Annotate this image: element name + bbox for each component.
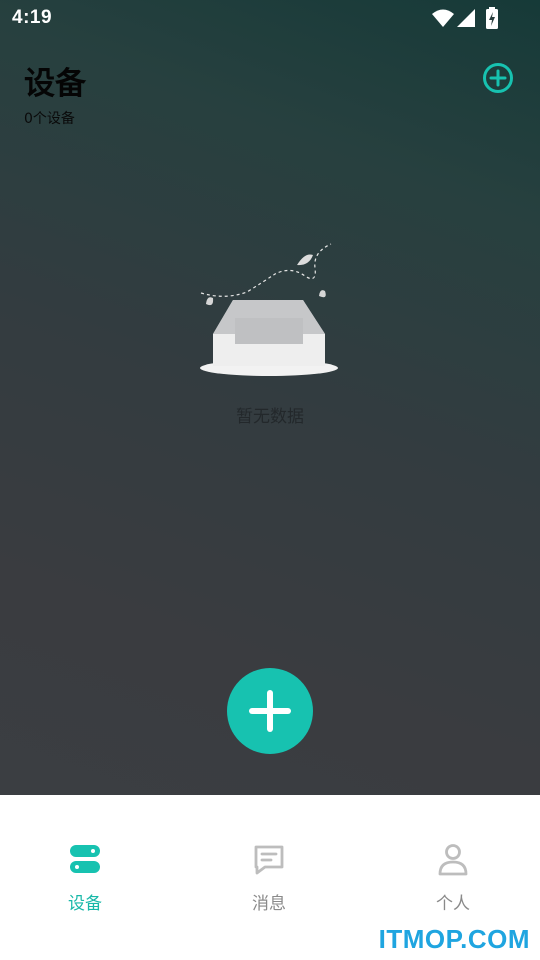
tab-label-devices: 设备 (68, 894, 102, 914)
status-bar: 4:19 (0, 0, 540, 36)
tab-label-messages: 消息 (252, 894, 286, 914)
status-time: 4:19 (12, 7, 53, 28)
wifi-icon (432, 9, 454, 27)
person-icon (438, 844, 468, 876)
signal-icon (457, 9, 475, 27)
plus-circle-icon (483, 63, 513, 93)
tab-devices[interactable]: 设备 (25, 835, 145, 925)
add-device-fab[interactable] (227, 668, 313, 754)
tab-profile[interactable]: 个人 (393, 835, 513, 925)
battery-charging-icon (486, 7, 498, 29)
device-count: 0个设备 (24, 111, 75, 127)
tab-label-profile: 个人 (436, 894, 470, 914)
watermark-text: ITMOP.COM (378, 924, 530, 954)
page-title: 设备 (24, 66, 86, 102)
device-screen: 4:19 设备 0个设备 暂无数据 (0, 0, 540, 795)
add-device-button[interactable] (482, 62, 514, 94)
empty-inbox-illustration (195, 238, 345, 383)
plus-icon (249, 690, 291, 732)
device-icon (70, 845, 100, 873)
message-icon (254, 845, 284, 875)
tab-messages[interactable]: 消息 (209, 835, 329, 925)
empty-state-text: 暂无数据 (236, 407, 304, 427)
